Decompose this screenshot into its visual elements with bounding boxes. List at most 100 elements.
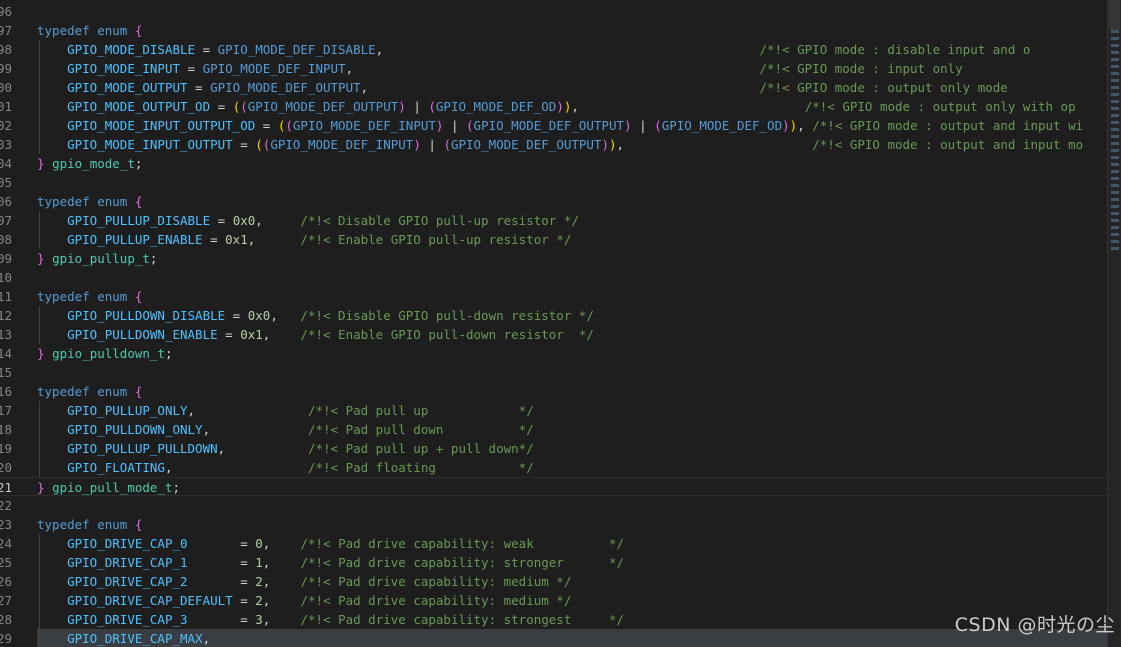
code-line[interactable]: 13 GPIO_PULLDOWN_ENABLE = 0x1, /*!< Enab… — [0, 325, 1107, 344]
code-token: , — [616, 137, 813, 152]
code-text[interactable]: GPIO_MODE_OUTPUT = GPIO_MODE_DEF_OUTPUT,… — [37, 78, 1107, 97]
line-number: 15 — [0, 365, 12, 380]
code-token: GPIO_MODE_INPUT — [67, 61, 180, 76]
code-line[interactable]: 14} gpio_pulldown_t; — [0, 344, 1107, 363]
code-text[interactable]: GPIO_PULLUP_ONLY, /*!< Pad pull up */ — [37, 401, 1107, 420]
code-text[interactable]: typedef enum { — [37, 21, 1107, 40]
code-token: = — [187, 574, 256, 589]
code-line[interactable]: 17 GPIO_PULLUP_ONLY, /*!< Pad pull up */ — [0, 401, 1107, 420]
code-line[interactable]: 19 GPIO_PULLUP_PULLDOWN, /*!< Pad pull u… — [0, 439, 1107, 458]
code-text[interactable]: GPIO_MODE_INPUT_OUTPUT = ((GPIO_MODE_DEF… — [37, 135, 1107, 154]
code-text[interactable]: } gpio_pulldown_t; — [37, 344, 1107, 363]
code-text[interactable]: GPIO_PULLUP_ENABLE = 0x1, /*!< Enable GP… — [37, 230, 1107, 249]
code-text[interactable]: GPIO_DRIVE_CAP_0 = 0, /*!< Pad drive cap… — [37, 534, 1107, 553]
scroll-thumb[interactable] — [1109, 0, 1120, 30]
code-text[interactable]: GPIO_DRIVE_CAP_3 = 3, /*!< Pad drive cap… — [37, 610, 1107, 629]
code-token: ; — [134, 156, 143, 171]
code-text[interactable]: GPIO_MODE_INPUT_OUTPUT_OD = ((GPIO_MODE_… — [37, 116, 1107, 135]
code-line[interactable]: 28 GPIO_DRIVE_CAP_3 = 3, /*!< Pad drive … — [0, 610, 1107, 629]
code-token: , — [262, 536, 301, 551]
code-text[interactable]: GPIO_MODE_DISABLE = GPIO_MODE_DEF_DISABL… — [37, 40, 1107, 59]
code-token: { — [134, 517, 143, 532]
code-text[interactable]: } gpio_mode_t; — [37, 154, 1107, 173]
code-token: /*!< Pad pull up */ — [307, 403, 534, 418]
code-line[interactable]: 18 GPIO_PULLDOWN_ONLY, /*!< Pad pull dow… — [0, 420, 1107, 439]
code-line[interactable]: 99 GPIO_MODE_INPUT = GPIO_MODE_DEF_INPUT… — [0, 59, 1107, 78]
code-token: = — [255, 118, 278, 133]
code-line[interactable]: 29 GPIO_DRIVE_CAP_MAX, — [0, 629, 1107, 647]
line-number: 26 — [0, 574, 12, 589]
code-text[interactable]: GPIO_DRIVE_CAP_2 = 2, /*!< Pad drive cap… — [37, 572, 1107, 591]
code-text[interactable]: typedef enum { — [37, 515, 1107, 534]
code-token: GPIO_FLOATING — [67, 460, 165, 475]
code-line[interactable]: 24 GPIO_DRIVE_CAP_0 = 0, /*!< Pad drive … — [0, 534, 1107, 553]
code-line[interactable]: 08 GPIO_PULLUP_ENABLE = 0x1, /*!< Enable… — [0, 230, 1107, 249]
code-line[interactable]: 09} gpio_pullup_t; — [0, 249, 1107, 268]
code-token: GPIO_MODE_INPUT_OUTPUT_OD — [67, 118, 256, 133]
code-token: | — [420, 137, 444, 152]
code-text[interactable]: typedef enum { — [37, 382, 1107, 401]
code-token: ) — [782, 118, 790, 133]
code-line[interactable]: 22 — [0, 496, 1107, 515]
code-line[interactable]: 06 typedef enum { — [0, 192, 1107, 211]
code-line[interactable]: 23 typedef enum { — [0, 515, 1107, 534]
code-line[interactable]: 04} gpio_mode_t; — [0, 154, 1107, 173]
code-line[interactable]: 27 GPIO_DRIVE_CAP_DEFAULT = 2, /*!< Pad … — [0, 591, 1107, 610]
code-token: /*!< Pad floating */ — [307, 460, 534, 475]
code-text[interactable]: GPIO_DRIVE_CAP_1 = 1, /*!< Pad drive cap… — [37, 553, 1107, 572]
code-token: = — [195, 42, 218, 57]
watermark: CSDN @时光の尘 — [954, 614, 1115, 636]
code-line[interactable]: 11 typedef enum { — [0, 287, 1107, 306]
line-number: 17 — [0, 403, 12, 418]
code-token: typedef enum — [37, 384, 135, 399]
code-line[interactable]: 03 GPIO_MODE_INPUT_OUTPUT = ((GPIO_MODE_… — [0, 135, 1107, 154]
code-line[interactable]: 10 — [0, 268, 1107, 287]
code-line[interactable]: 01 GPIO_MODE_OUTPUT_OD = ((GPIO_MODE_DEF… — [0, 97, 1107, 116]
code-token: , — [270, 308, 301, 323]
code-line[interactable]: 21} gpio_pull_mode_t; — [0, 477, 1107, 496]
code-line[interactable]: 02 GPIO_MODE_INPUT_OUTPUT_OD = ((GPIO_MO… — [0, 116, 1107, 135]
vertical-scrollbar[interactable] — [1107, 0, 1121, 647]
code-token: /*!< GPIO mode : output and input wi — [812, 118, 1084, 133]
code-line[interactable]: 25 GPIO_DRIVE_CAP_1 = 1, /*!< Pad drive … — [0, 553, 1107, 572]
code-line[interactable]: 16 typedef enum { — [0, 382, 1107, 401]
code-line[interactable]: 07 GPIO_PULLUP_DISABLE = 0x0, /*!< Disab… — [0, 211, 1107, 230]
code-text[interactable]: typedef enum { — [37, 287, 1107, 306]
code-text[interactable]: GPIO_PULLDOWN_ONLY, /*!< Pad pull down *… — [37, 420, 1107, 439]
code-text[interactable]: GPIO_MODE_OUTPUT_OD = ((GPIO_MODE_DEF_OU… — [37, 97, 1107, 116]
code-token: ) — [624, 118, 632, 133]
code-line[interactable]: 97 typedef enum { — [0, 21, 1107, 40]
code-line[interactable]: 20 GPIO_FLOATING, /*!< Pad floating */ — [0, 458, 1107, 477]
code-line[interactable]: 96 — [0, 2, 1107, 21]
code-text[interactable]: GPIO_PULLUP_PULLDOWN, /*!< Pad pull up +… — [37, 439, 1107, 458]
code-text[interactable]: GPIO_PULLUP_DISABLE = 0x0, /*!< Disable … — [37, 211, 1107, 230]
code-token: /*!< Pad drive capability: medium */ — [300, 574, 572, 589]
code-text[interactable]: GPIO_DRIVE_CAP_DEFAULT = 2, /*!< Pad dri… — [37, 591, 1107, 610]
code-text[interactable]: } gpio_pullup_t; — [37, 249, 1107, 268]
line-number: 00 — [0, 80, 12, 95]
code-line[interactable]: 98 GPIO_MODE_DISABLE = GPIO_MODE_DEF_DIS… — [0, 40, 1107, 59]
code-text[interactable]: GPIO_PULLDOWN_DISABLE = 0x0, /*!< Disabl… — [37, 306, 1107, 325]
code-text[interactable]: GPIO_DRIVE_CAP_MAX, — [37, 629, 1107, 647]
code-line[interactable]: 05 — [0, 173, 1107, 192]
code-line[interactable]: 26 GPIO_DRIVE_CAP_2 = 2, /*!< Pad drive … — [0, 572, 1107, 591]
code-text[interactable]: GPIO_MODE_INPUT = GPIO_MODE_DEF_INPUT, /… — [37, 59, 1107, 78]
indent-guide — [39, 135, 40, 154]
code-text[interactable]: GPIO_PULLDOWN_ENABLE = 0x1, /*!< Enable … — [37, 325, 1107, 344]
code-token: GPIO_MODE_DEF_OUTPUT — [247, 99, 399, 114]
code-editor[interactable]: 96 97 typedef enum {98 GPIO_MODE_DISABLE =… — [0, 0, 1107, 647]
code-line[interactable]: 15 — [0, 363, 1107, 382]
code-token: GPIO_PULLUP_ONLY — [67, 403, 188, 418]
code-text[interactable]: GPIO_FLOATING, /*!< Pad floating */ — [37, 458, 1107, 477]
code-text[interactable]: typedef enum { — [37, 192, 1107, 211]
code-text[interactable]: } gpio_pull_mode_t; — [37, 478, 1107, 497]
code-line[interactable]: 00 GPIO_MODE_OUTPUT = GPIO_MODE_DEF_OUTP… — [0, 78, 1107, 97]
line-number: 11 — [0, 289, 12, 304]
code-line[interactable]: 12 GPIO_PULLDOWN_DISABLE = 0x0, /*!< Dis… — [0, 306, 1107, 325]
